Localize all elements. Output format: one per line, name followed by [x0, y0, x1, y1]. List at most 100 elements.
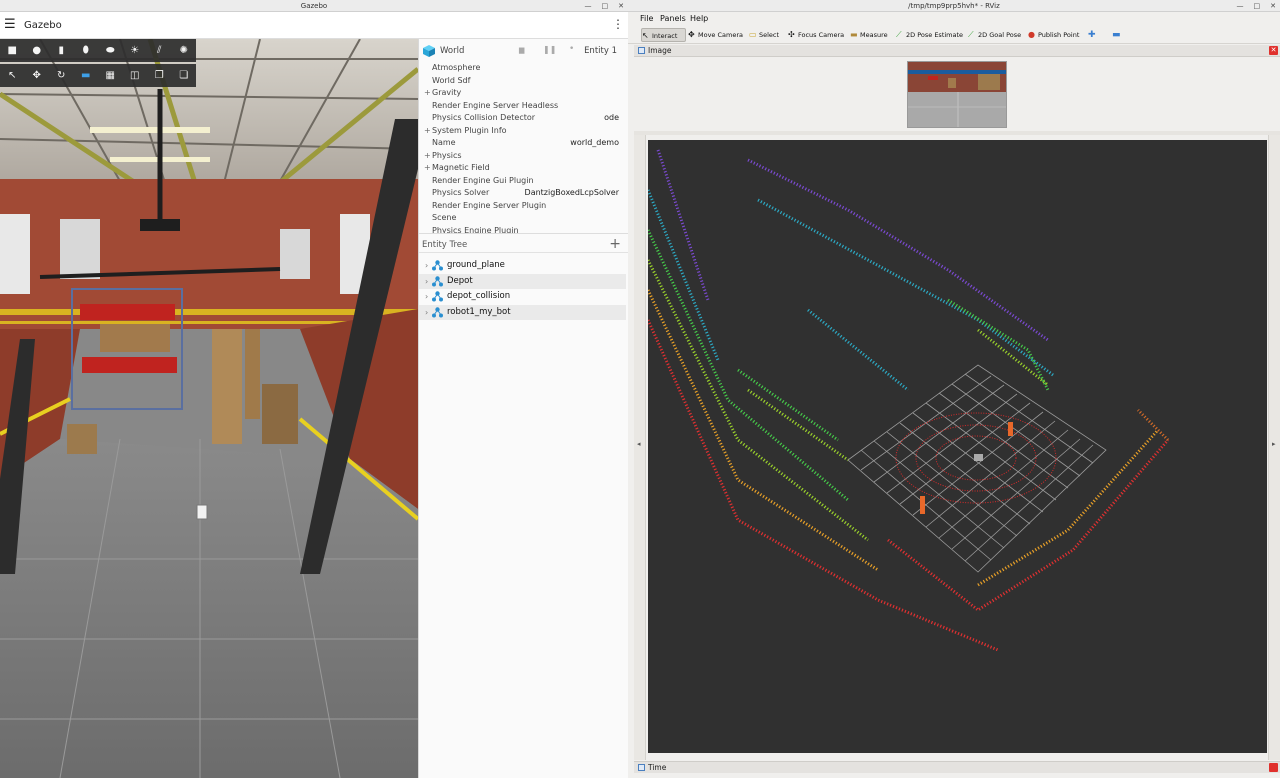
- camera-icon[interactable]: ◫: [123, 64, 148, 87]
- entity-tree-item[interactable]: › ground_plane: [419, 258, 626, 274]
- more-icon[interactable]: •: [569, 44, 574, 54]
- menu-file[interactable]: File: [640, 12, 653, 26]
- component-row[interactable]: Render Engine Server Headless: [419, 100, 625, 113]
- spot-icon[interactable]: ✺: [172, 39, 197, 62]
- rotate-icon[interactable]: ↻: [49, 64, 74, 87]
- shapes-toolbar: ■ ● ▮ ⬮ ⬬ ☀ ⫽ ✺: [0, 39, 196, 62]
- add-tool-button[interactable]: ✚: [1088, 28, 1096, 42]
- expand-arrow-icon[interactable]: ›: [425, 258, 428, 273]
- world-cube-icon: [423, 45, 435, 57]
- measure-tool-button[interactable]: ▬ Measure: [850, 28, 888, 42]
- minus-icon: ▬: [1112, 30, 1121, 40]
- publish-point-tool-button[interactable]: ● Publish Point: [1028, 28, 1079, 42]
- component-row[interactable]: Physics Solver DantzigBoxedLcpSolver: [419, 187, 625, 200]
- sun-icon[interactable]: ☀: [123, 39, 148, 62]
- collapse-left-icon[interactable]: ◂: [637, 440, 641, 448]
- box-icon[interactable]: ■: [0, 39, 25, 62]
- component-row[interactable]: + Gravity: [419, 87, 625, 100]
- focus-camera-tool-button[interactable]: ✣ Focus Camera: [788, 28, 844, 42]
- camera-image: [907, 61, 1007, 128]
- paste-icon[interactable]: ❏: [172, 64, 197, 87]
- panel-divider[interactable]: [419, 233, 629, 234]
- panel-float-icon[interactable]: [638, 764, 645, 771]
- close-button[interactable]: ✕: [1270, 0, 1276, 12]
- minimize-button[interactable]: —: [585, 0, 592, 12]
- select-tool-button[interactable]: ▭ Select: [749, 28, 779, 42]
- maximize-button[interactable]: □: [602, 0, 609, 12]
- menu-help[interactable]: Help: [690, 12, 708, 26]
- pose-estimate-tool-button[interactable]: ⟋ 2D Pose Estimate: [896, 28, 963, 42]
- interact-tool-button[interactable]: ↖ Interact: [641, 28, 686, 42]
- hamburger-menu-icon[interactable]: ☰: [4, 18, 16, 32]
- component-row[interactable]: Render Engine Server Plugin: [419, 200, 625, 213]
- component-row[interactable]: Render Engine Gui Plugin: [419, 175, 625, 188]
- cylinder-icon[interactable]: ▮: [49, 39, 74, 62]
- component-row[interactable]: + Magnetic Field: [419, 162, 625, 175]
- component-label: Physics Collision Detector: [432, 113, 536, 122]
- component-row[interactable]: Name world_demo: [419, 137, 625, 150]
- component-inspector-header: World ▆ ❚❚ • Entity 1: [419, 43, 629, 59]
- entity-tree-item[interactable]: › depot_collision: [419, 289, 626, 305]
- add-entity-button[interactable]: +: [609, 236, 621, 252]
- expand-arrow-icon[interactable]: ›: [425, 289, 428, 304]
- expand-icon[interactable]: +: [424, 150, 431, 162]
- app-title: Gazebo: [24, 20, 62, 31]
- close-panel-button[interactable]: ✕: [1269, 46, 1278, 55]
- tool-label: Interact: [652, 32, 678, 40]
- component-row[interactable]: Scene: [419, 212, 625, 225]
- component-row[interactable]: Physics Collision Detector ode: [419, 112, 625, 125]
- select-box-icon: ▭: [749, 30, 757, 39]
- grid-icon[interactable]: ▦: [98, 64, 123, 87]
- translate-icon[interactable]: ✥: [25, 64, 50, 87]
- sphere-icon[interactable]: ●: [25, 39, 50, 62]
- panel-float-icon[interactable]: [638, 47, 645, 54]
- expand-arrow-icon[interactable]: ›: [425, 274, 428, 289]
- collapse-right-icon[interactable]: ▸: [1272, 440, 1276, 448]
- right-dock-handle[interactable]: ▸: [1268, 135, 1280, 760]
- component-label: System Plugin Info: [432, 125, 507, 135]
- remove-tool-button[interactable]: ▬: [1112, 28, 1121, 42]
- select-icon[interactable]: ↖: [0, 64, 25, 87]
- entity-label: depot_collision: [447, 291, 511, 301]
- component-label: Name: [432, 138, 456, 147]
- lines-icon[interactable]: ⫽: [147, 39, 172, 62]
- close-panel-button[interactable]: [1269, 763, 1278, 772]
- ellipsoid-icon[interactable]: ⬬: [98, 39, 123, 62]
- entity-tree-item[interactable]: › robot1_my_bot: [419, 304, 626, 320]
- 3d-scene-viewport[interactable]: ■ ● ▮ ⬮ ⬬ ☀ ⫽ ✺ ↖ ✥ ↻ ▬ ▦ ◫ ❐ ❏: [0, 39, 418, 778]
- entity-tree-item[interactable]: › Depot: [419, 273, 626, 289]
- component-label: Magnetic Field: [432, 163, 490, 172]
- component-label: Render Engine Server Plugin: [432, 200, 547, 210]
- component-row[interactable]: + Physics: [419, 150, 625, 163]
- goal-pose-tool-button[interactable]: ⟋ 2D Goal Pose: [968, 28, 1021, 42]
- pause-icon[interactable]: ❚❚: [543, 45, 556, 54]
- gazebo-side-panel: World ▆ ❚❚ • Entity 1 Atmosphere World S…: [418, 39, 629, 778]
- expand-icon[interactable]: +: [424, 162, 431, 174]
- menu-panels[interactable]: Panels: [660, 12, 686, 26]
- close-button[interactable]: ✕: [618, 0, 624, 12]
- grid-snap-icon[interactable]: ▬: [74, 64, 99, 87]
- expand-arrow-icon[interactable]: ›: [425, 305, 428, 320]
- pose-estimate-icon: ⟋: [896, 30, 902, 39]
- maximize-button[interactable]: □: [1254, 0, 1261, 12]
- minimize-button[interactable]: —: [1237, 0, 1244, 12]
- capsule-icon[interactable]: ⬮: [74, 39, 99, 62]
- tool-label: Publish Point: [1038, 31, 1080, 39]
- copy-icon[interactable]: ❐: [147, 64, 172, 87]
- rviz-titlebar: /tmp/tmp9prp5hvh* - RViz — □ ✕: [628, 0, 1280, 12]
- panel-splitter[interactable]: [634, 131, 1280, 135]
- expand-icon[interactable]: +: [424, 125, 431, 137]
- component-row[interactable]: + System Plugin Info: [419, 125, 625, 138]
- component-label: World Sdf: [432, 75, 471, 85]
- rviz-3d-viewport[interactable]: [648, 140, 1267, 753]
- entity-label: robot1_my_bot: [447, 306, 511, 317]
- expand-icon[interactable]: +: [424, 87, 431, 99]
- component-row[interactable]: World Sdf: [419, 75, 625, 88]
- left-dock-handle[interactable]: ◂: [634, 135, 646, 760]
- component-label: Physics Solver: [432, 188, 490, 197]
- component-row[interactable]: Physics Engine Plugin: [419, 225, 625, 233]
- move-camera-tool-button[interactable]: ✥ Move Camera: [688, 28, 743, 42]
- kebab-menu-icon[interactable]: ⋮: [612, 17, 624, 31]
- component-row[interactable]: Atmosphere: [419, 62, 625, 75]
- lock-icon[interactable]: ▆: [519, 46, 524, 54]
